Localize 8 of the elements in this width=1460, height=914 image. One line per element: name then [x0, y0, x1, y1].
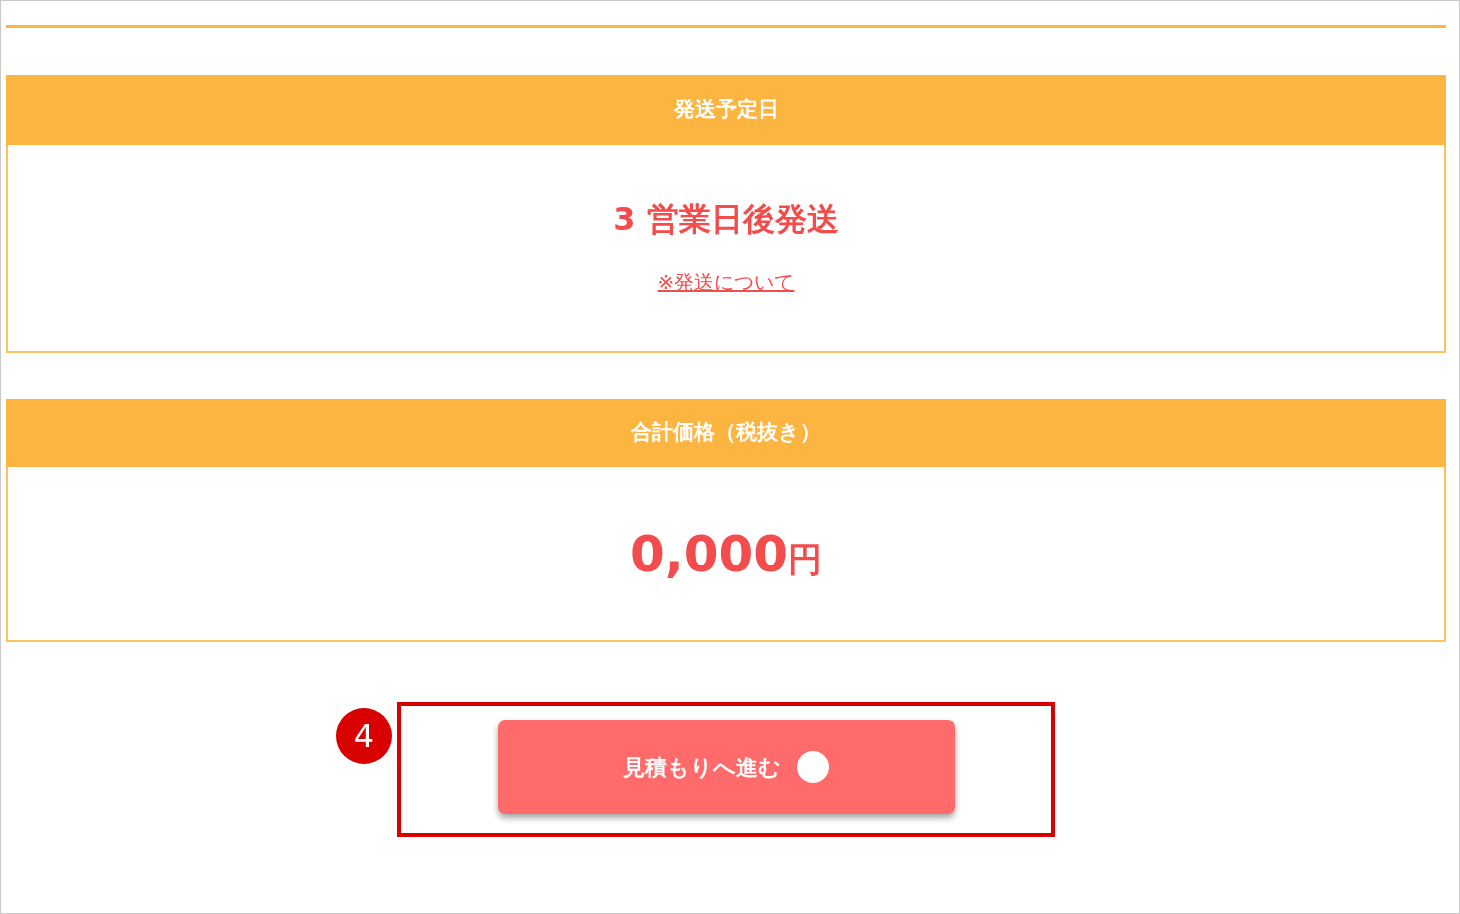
total-price: 0,000円	[629, 528, 823, 579]
panel-header: 合計価格（税抜き）	[6, 399, 1446, 467]
dot-icon	[797, 751, 829, 783]
shipping-estimate: 3 営業日後発送	[613, 199, 839, 240]
callout-number-badge: 4	[336, 708, 392, 764]
proceed-to-quote-button[interactable]: 見積もりへ進む	[497, 720, 955, 814]
panel-header: 発送予定日	[6, 75, 1446, 145]
shipping-info-link[interactable]: ※発送について	[657, 269, 795, 295]
